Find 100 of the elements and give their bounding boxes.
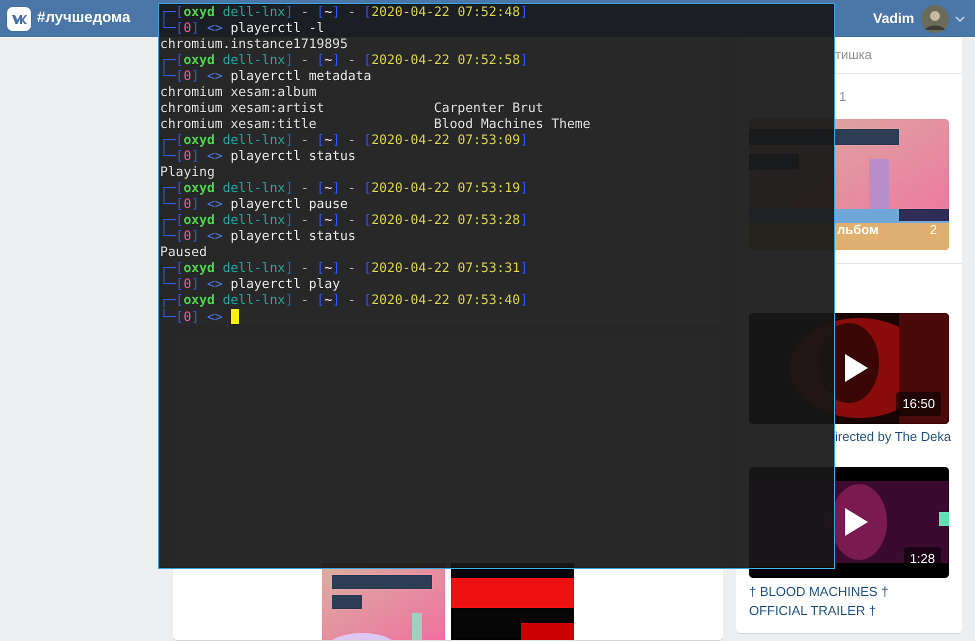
exit-code: 0 — [183, 21, 192, 36]
prompt-bracket: └─[ — [160, 149, 184, 164]
output-text: Paused — [160, 245, 207, 260]
play-icon[interactable] — [843, 507, 869, 538]
prompt-bracket: [ — [316, 5, 324, 20]
prompt-bracket: ] — [285, 213, 294, 228]
user-name: oxyd — [183, 293, 215, 308]
command-text: playerctl metadata — [229, 69, 372, 84]
output-text: Playing — [160, 165, 215, 180]
prompt-bracket: ] — [285, 261, 294, 276]
prompt-bracket: ] — [191, 149, 200, 164]
avatar[interactable] — [920, 4, 949, 32]
prompt-arrow: <> — [206, 229, 223, 244]
host-name: dell-lnx — [222, 213, 286, 228]
command-text: playerctl -l — [229, 21, 324, 36]
section-count: 1 — [839, 88, 846, 104]
video-duration: 16:50 — [896, 392, 941, 416]
prompt-bracket: └─[ — [160, 277, 184, 292]
command-text: playerctl pause — [229, 197, 348, 212]
prompt-bracket: [ — [364, 53, 372, 68]
prompt-bracket: ] — [285, 5, 294, 20]
output-value: Carpenter Brut — [434, 101, 544, 116]
command-text: playerctl play — [229, 277, 340, 292]
prompt-bracket: [ — [316, 261, 324, 276]
prompt-bracket: ┌─[ — [160, 5, 184, 20]
separator: - — [300, 293, 310, 308]
prompt-bracket: [ — [316, 133, 324, 148]
prompt-bracket: ] — [520, 293, 528, 308]
separator: - — [300, 133, 310, 148]
prompt-bracket: ] — [191, 69, 200, 84]
separator: - — [300, 53, 310, 68]
prompt-bracket: ┌─[ — [160, 261, 184, 276]
prompt-arrow: <> — [206, 21, 223, 36]
separator: - — [346, 133, 357, 148]
prompt-bracket: └─[ — [160, 197, 184, 212]
prompt-bracket: [ — [316, 181, 324, 196]
prompt-bracket: ] — [191, 229, 200, 244]
exit-code: 0 — [183, 229, 192, 244]
timestamp: 2020-04-22 07:53:19 — [371, 181, 520, 196]
caret-icon[interactable] — [955, 16, 966, 22]
user-name: oxyd — [183, 133, 215, 148]
prompt-bracket: └─[ — [160, 21, 184, 36]
timestamp: 2020-04-22 07:52:58 — [371, 53, 520, 68]
user-name: oxyd — [183, 261, 215, 276]
host-name: dell-lnx — [222, 181, 286, 196]
user-name: oxyd — [183, 213, 215, 228]
directory: ~ — [324, 181, 332, 196]
prompt-bracket: [ — [364, 5, 372, 20]
separator: - — [300, 213, 310, 228]
prompt-bracket: ] — [285, 293, 294, 308]
directory: ~ — [324, 133, 332, 148]
timestamp: 2020-04-22 07:53:31 — [371, 261, 520, 276]
host-name: dell-lnx — [222, 261, 286, 276]
output-text: chromium.instance1719895 — [160, 37, 348, 52]
prompt-bracket: ] — [520, 261, 528, 276]
prompt-bracket: [ — [364, 213, 372, 228]
separator: - — [346, 181, 357, 196]
prompt-bracket: ┌─[ — [160, 293, 184, 308]
exit-code: 0 — [183, 277, 192, 292]
separator: - — [346, 5, 357, 20]
separator: - — [346, 53, 357, 68]
prompt-arrow: <> — [206, 277, 223, 292]
prompt-bracket: └─[ — [160, 310, 184, 325]
prompt-bracket: ] — [520, 213, 528, 228]
prompt-bracket: ] — [332, 133, 340, 148]
prompt-bracket: ┌─[ — [160, 181, 184, 196]
separator: - — [346, 293, 357, 308]
timestamp: 2020-04-22 07:53:40 — [371, 293, 520, 308]
video-title[interactable]: † BLOOD MACHINES † OFFICIAL TRAILER † — [749, 582, 949, 620]
prompt-bracket: ] — [285, 133, 294, 148]
directory: ~ — [324, 261, 332, 276]
separator: - — [300, 5, 310, 20]
user-name: oxyd — [183, 181, 215, 196]
output-text: chromium xesam:title — [160, 117, 318, 133]
prompt-bracket: ┌─[ — [160, 133, 184, 148]
prompt-bracket: ] — [332, 213, 340, 228]
contact-name[interactable]: тишка — [835, 47, 872, 62]
output-text: chromium xesam:artist — [160, 101, 326, 117]
separator: - — [346, 261, 357, 276]
exit-code: 0 — [183, 149, 192, 164]
user-name: oxyd — [183, 5, 215, 20]
prompt-bracket: ] — [520, 5, 528, 20]
output-text: chromium xesam:album — [160, 85, 317, 100]
video-title[interactable]: irected by The Deka — [835, 426, 949, 446]
output-value: Blood Machines Theme — [434, 117, 590, 132]
directory: ~ — [324, 5, 332, 20]
prompt-arrow: <> — [206, 310, 223, 325]
user-name[interactable]: Vadim — [873, 8, 914, 29]
logo-icon[interactable] — [6, 6, 30, 30]
prompt-arrow: <> — [206, 69, 223, 84]
directory: ~ — [324, 293, 332, 308]
prompt-bracket: [ — [364, 293, 372, 308]
page-title[interactable]: #лучшедома — [37, 7, 130, 30]
command-text: playerctl status — [229, 229, 356, 244]
play-icon[interactable] — [843, 352, 869, 382]
prompt-bracket: ] — [520, 133, 528, 148]
prompt-bracket: [ — [316, 53, 324, 68]
prompt-bracket: ] — [332, 261, 340, 276]
prompt-bracket: └─[ — [160, 229, 184, 244]
prompt-bracket: ┌─[ — [160, 213, 184, 228]
